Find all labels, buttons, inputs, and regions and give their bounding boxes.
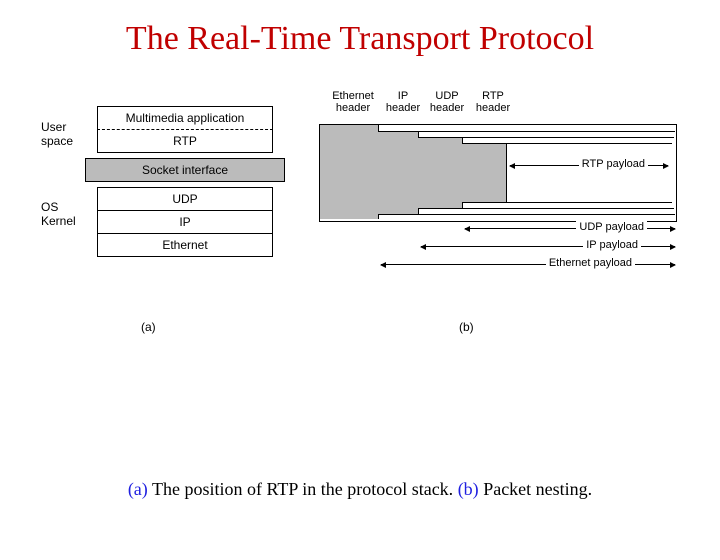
header-labels: Ethernetheader IPheader UDPheader RTPhea… bbox=[319, 90, 675, 124]
protocol-stack: Multimedia application RTP Socket interf… bbox=[97, 106, 273, 257]
caption-b-prefix: (b) bbox=[458, 479, 484, 499]
panel-b-sublabel: (b) bbox=[459, 320, 474, 334]
hdr-ip: IPheader bbox=[383, 90, 423, 114]
row-ip: IP bbox=[97, 211, 273, 234]
label-user-space: Userspace bbox=[41, 120, 73, 148]
figure-container: Userspace OSKernel Multimedia applicatio… bbox=[0, 88, 720, 308]
seg-ip-header bbox=[378, 131, 419, 215]
hdr-udp: UDPheader bbox=[425, 90, 469, 114]
row-udp: UDP bbox=[97, 187, 273, 211]
panel-a-sublabel: (a) bbox=[141, 320, 156, 334]
seg-rtp-header bbox=[462, 143, 507, 203]
row-socket: Socket interface bbox=[85, 158, 285, 182]
seg-udp-header bbox=[418, 137, 463, 209]
row-multimedia: Multimedia application bbox=[97, 106, 273, 130]
caption-a-prefix: (a) bbox=[128, 479, 152, 499]
page-title: The Real-Time Transport Protocol bbox=[0, 20, 720, 58]
label-os-kernel: OSKernel bbox=[41, 200, 76, 228]
packet-outer: RTP payload bbox=[319, 124, 677, 222]
row-rtp: RTP bbox=[97, 130, 273, 153]
panel-a: Userspace OSKernel Multimedia applicatio… bbox=[41, 88, 281, 308]
row-ethernet: Ethernet bbox=[97, 234, 273, 257]
caption-b-text: Packet nesting. bbox=[483, 479, 592, 499]
hdr-rtp: RTPheader bbox=[471, 90, 515, 114]
panel-b: Ethernetheader IPheader UDPheader RTPhea… bbox=[319, 88, 679, 308]
caption-a-text: The position of RTP in the protocol stac… bbox=[152, 479, 458, 499]
hdr-eth: Ethernetheader bbox=[325, 90, 381, 114]
figure-caption: (a) The position of RTP in the protocol … bbox=[0, 479, 720, 500]
seg-eth-header bbox=[320, 125, 379, 219]
